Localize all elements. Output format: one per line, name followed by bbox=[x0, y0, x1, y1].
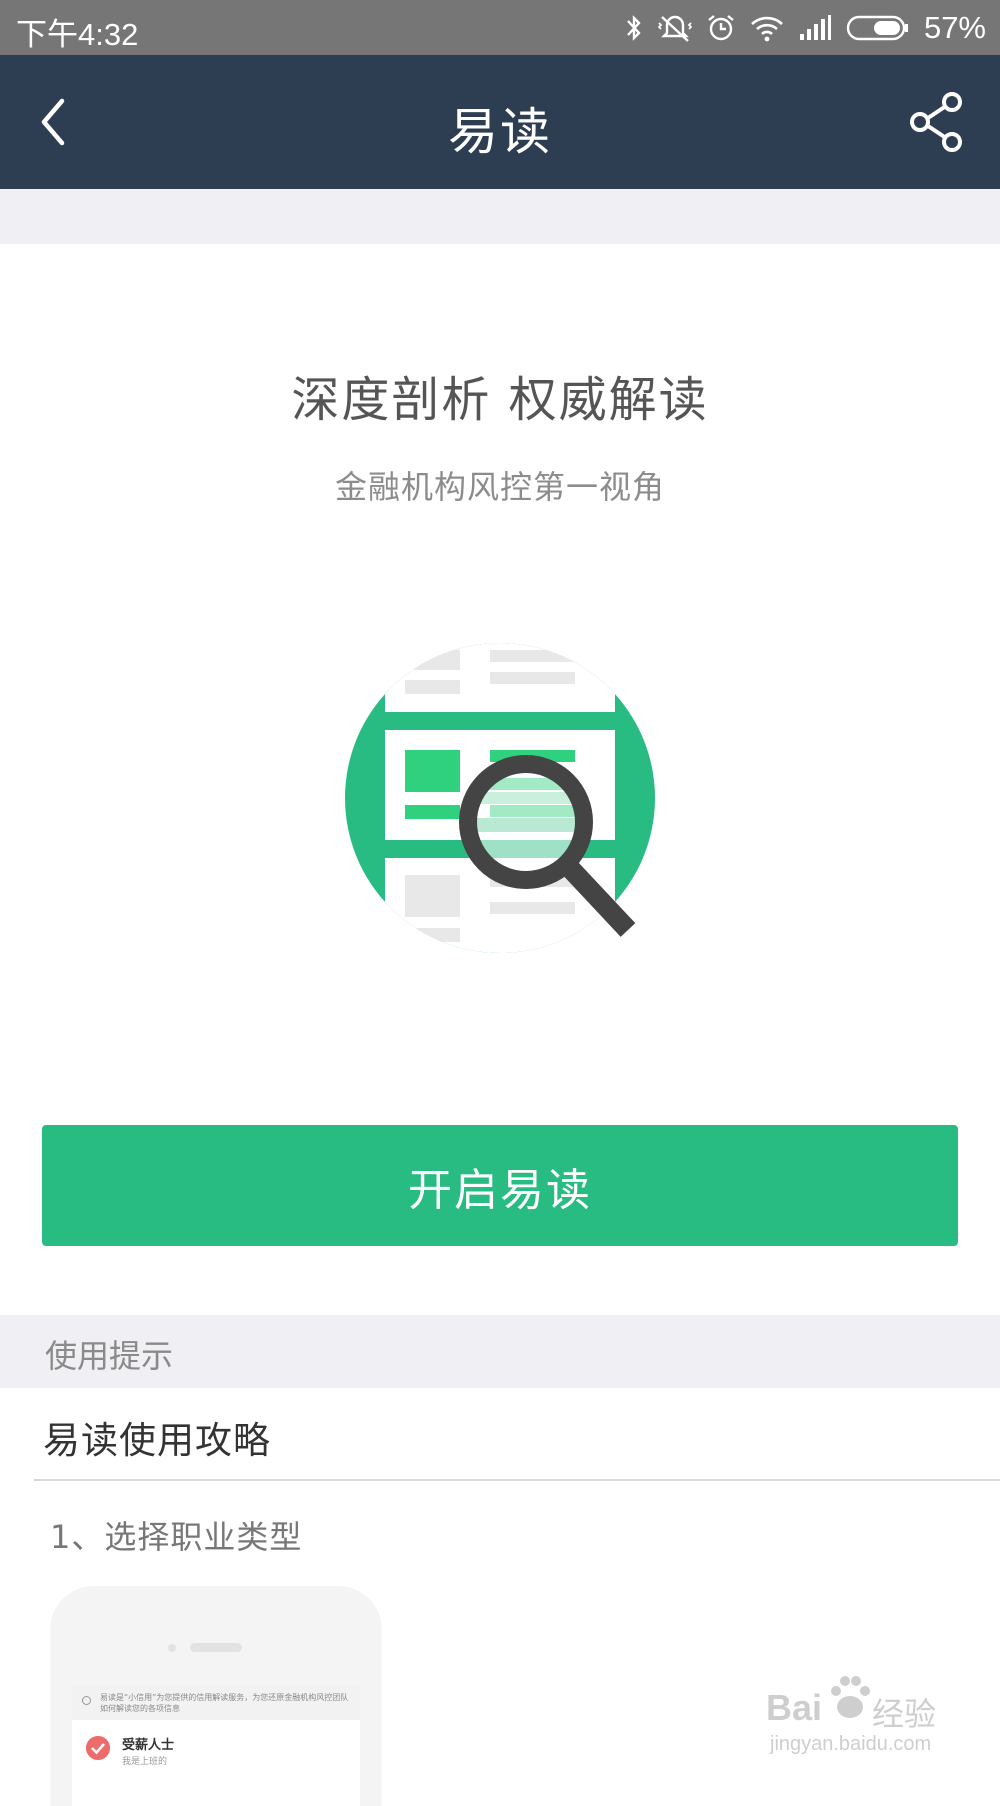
battery-percent: 57% bbox=[923, 10, 986, 45]
phone-notice-text: 易读是“小信用”为您提供的信用解读服务，为您还原金融机构风控团队如何解读您的各项… bbox=[100, 1693, 349, 1713]
hero-subtitle: 金融机构风控第一视角 bbox=[334, 468, 665, 506]
divider bbox=[34, 1479, 1000, 1481]
phone-option-subtitle: 我是上班的 bbox=[122, 1757, 168, 1767]
step-1-title: 1、选择职业类型 bbox=[50, 1518, 303, 1556]
signal-icon bbox=[799, 15, 831, 40]
watermark-brand: Bai bbox=[766, 1687, 823, 1728]
battery-icon bbox=[846, 15, 908, 41]
phone-option-salaried: 受薪人士 我是上班的 bbox=[72, 1724, 360, 1774]
baidu-jingyan-watermark: Bai 经验 jingyan.baidu.com bbox=[760, 1665, 960, 1765]
check-icon bbox=[86, 1736, 110, 1760]
vibrate-icon bbox=[657, 15, 692, 42]
info-icon bbox=[82, 1696, 91, 1705]
guide-title: 易读使用攻略 bbox=[43, 1419, 271, 1462]
top-spacer bbox=[0, 189, 1000, 244]
watermark-brand-cn: 经验 bbox=[872, 1695, 937, 1733]
bluetooth-icon bbox=[627, 15, 641, 41]
start-reading-button[interactable]: 开启易读 bbox=[42, 1125, 958, 1246]
status-icons: 57% bbox=[624, 8, 986, 48]
status-bar: 下午4:32 57% bbox=[0, 0, 1000, 55]
wifi-icon bbox=[751, 16, 783, 42]
nav-bar: 易读 bbox=[0, 55, 1000, 189]
share-icon[interactable] bbox=[906, 89, 966, 155]
phone-camera bbox=[168, 1644, 176, 1652]
alarm-icon bbox=[708, 15, 734, 41]
phone-speaker bbox=[190, 1643, 242, 1652]
page-title: 易读 bbox=[448, 103, 552, 161]
phone-screen: 易读是“小信用”为您提供的信用解读服务，为您还原金融机构风控团队如何解读您的各项… bbox=[72, 1686, 360, 1806]
hero-title: 深度剖析 权威解读 bbox=[291, 372, 709, 428]
phone-option-title: 受薪人士 bbox=[122, 1738, 175, 1753]
phone-preview-image: 易读是“小信用”为您提供的信用解读服务，为您还原金融机构风控团队如何解读您的各项… bbox=[50, 1586, 382, 1806]
watermark-url: jingyan.baidu.com bbox=[770, 1733, 932, 1755]
tips-header-label: 使用提示 bbox=[45, 1337, 174, 1375]
paw-icon bbox=[831, 1676, 870, 1718]
status-time: 下午4:32 bbox=[16, 17, 139, 52]
phone-notice: 易读是“小信用”为您提供的信用解读服务，为您还原金融机构风控团队如何解读您的各项… bbox=[72, 1686, 360, 1720]
tips-section-header: 使用提示 bbox=[0, 1315, 1000, 1388]
document-magnifier-illustration bbox=[345, 643, 655, 953]
